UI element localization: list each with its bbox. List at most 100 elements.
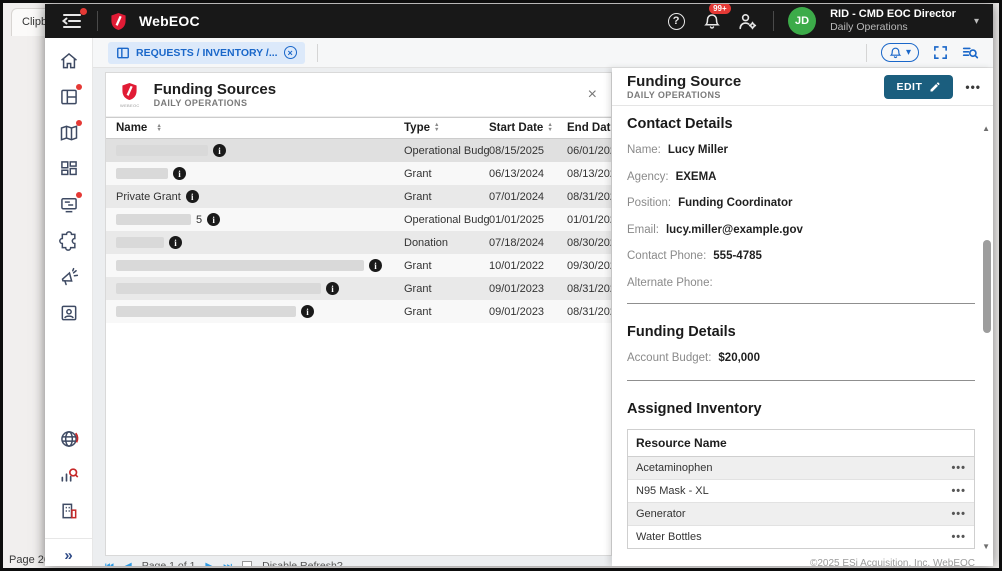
page-indicator: Page 1 of 1 — [141, 560, 196, 566]
row-options-icon[interactable]: ••• — [951, 508, 966, 520]
inventory-row[interactable]: Acetaminophen ••• — [628, 457, 974, 480]
scrollbar-thumb[interactable] — [983, 240, 991, 333]
inventory-row[interactable]: N95 Mask - XL ••• — [628, 480, 974, 503]
disable-refresh-checkbox[interactable] — [242, 561, 253, 566]
table-row[interactable]: i Grant 10/01/2022 09/30/202 — [106, 254, 611, 277]
cell-start-date: 09/01/2023 — [489, 282, 545, 295]
divider — [773, 11, 775, 31]
row-options-icon[interactable]: ••• — [951, 531, 966, 543]
cell-end-date: 08/30/202 — [567, 236, 611, 249]
help-icon[interactable]: ? — [665, 10, 687, 32]
sidebar-boards-icon[interactable] — [58, 84, 82, 108]
cell-end-date: 08/13/202 — [567, 167, 611, 180]
cell-type: Grant — [404, 167, 432, 180]
table-row[interactable]: 5iOperational Budget01/01/2025 01/01/202 — [106, 208, 611, 231]
sidebar-announcements-icon[interactable] — [58, 266, 80, 288]
pagination-bar: ⏮ ◀ Page 1 of 1 ▶ ⏭ Disable Refresh? — [105, 560, 343, 566]
info-icon[interactable]: i — [185, 190, 199, 203]
inventory-column-header: Resource Name — [628, 430, 974, 457]
search-list-icon[interactable] — [962, 45, 979, 60]
first-page-icon[interactable]: ⏮ — [105, 561, 114, 567]
cell-name: i — [106, 259, 404, 272]
table-row[interactable]: i Grant 09/01/2023 08/31/202 — [106, 300, 611, 323]
sidebar-report-search-icon[interactable] — [58, 464, 80, 486]
table-row[interactable]: i Grant 06/13/2024 08/13/202 — [106, 162, 611, 185]
sort-icon[interactable]: ▲ ▼ — [434, 123, 439, 132]
next-page-icon[interactable]: ▶ — [205, 561, 213, 567]
menu-toggle-icon[interactable] — [61, 8, 87, 31]
sidebar-dashboard-icon[interactable] — [58, 158, 80, 180]
info-icon[interactable]: i — [169, 236, 182, 249]
field-label: Alternate Phone: — [627, 276, 713, 289]
sidebar-organization-icon[interactable] — [58, 500, 80, 522]
info-icon[interactable]: i — [213, 144, 226, 157]
funding-source-detail-panel: Funding Source DAILY OPERATIONS EDIT •••… — [612, 68, 993, 566]
info-icon[interactable]: i — [301, 305, 314, 318]
field-label: Name: — [627, 144, 661, 156]
cell-name: i — [106, 282, 404, 295]
last-page-icon[interactable]: ⏭ — [223, 561, 232, 567]
edit-button[interactable]: EDIT — [884, 74, 954, 99]
table-row[interactable]: i Operational Budget08/15/2025 06/01/202 — [106, 139, 611, 162]
row-options-icon[interactable]: ••• — [951, 462, 966, 474]
sidebar-status-board-icon[interactable] — [58, 192, 82, 216]
sidebar-maps-icon[interactable] — [58, 120, 82, 144]
info-icon[interactable]: i — [326, 282, 339, 295]
assigned-inventory-table: Resource Name Acetaminophen ••• N95 Mask -… — [627, 429, 975, 549]
redacted-name — [116, 306, 296, 317]
column-header-start-date[interactable]: Start Date ▲ ▼ — [489, 122, 567, 134]
row-options-icon[interactable]: ••• — [951, 485, 966, 497]
previous-page-icon[interactable]: ◀ — [124, 561, 132, 567]
sidebar-plugins-icon[interactable] — [58, 230, 80, 252]
more-options-icon[interactable]: ••• — [965, 80, 981, 94]
cell-type: Grant — [404, 190, 432, 203]
inventory-row[interactable]: Water Bottles ••• — [628, 526, 974, 548]
column-header-type[interactable]: Type ▲ ▼ — [404, 122, 489, 134]
alerts-dropdown[interactable]: ▾ — [880, 43, 919, 62]
table-row[interactable]: i Grant 09/01/2023 08/31/202 — [106, 277, 611, 300]
table-row[interactable]: Private GrantiGrant 07/01/2024 08/31/202 — [106, 185, 611, 208]
user-context: Daily Operations — [830, 21, 908, 34]
divider — [97, 11, 98, 31]
sidebar-contacts-icon[interactable] — [58, 302, 80, 324]
field-label: Position: — [627, 197, 672, 209]
sidebar-globe-icon[interactable] — [58, 428, 80, 450]
disable-refresh-label: Disable Refresh? — [262, 560, 343, 566]
close-tab-icon[interactable]: × — [283, 46, 297, 59]
table-row[interactable]: i Donation 07/18/2024 08/30/202 — [106, 231, 611, 254]
cell-name: 5i — [106, 213, 404, 226]
expand-sidebar-icon[interactable]: » — [64, 547, 72, 564]
info-icon[interactable]: i — [369, 259, 382, 272]
sidebar-home-icon[interactable] — [58, 50, 80, 72]
user-settings-icon[interactable] — [737, 10, 759, 32]
sort-icon[interactable]: ▲ ▼ — [156, 123, 161, 133]
user-info[interactable]: RID - CMD EOC Director Daily Operations — [830, 8, 956, 35]
column-header-name[interactable]: Name ▲ ▼ — [106, 122, 404, 134]
notifications-bell-icon[interactable]: 99+ — [701, 4, 731, 32]
detail-field: Agency: EXEMA — [627, 171, 975, 183]
cell-start-date: 01/01/2025 — [489, 213, 545, 226]
funding-details-fields: Account Budget: $20,000 — [627, 352, 975, 364]
close-panel-icon[interactable]: × — [584, 84, 601, 106]
webeoc-logo-icon — [111, 12, 126, 30]
column-header-end-date[interactable]: End Date▲▼ — [567, 122, 611, 134]
scroll-up-icon[interactable]: ▲ — [982, 124, 990, 133]
sort-icon[interactable]: ▲ ▼ — [547, 123, 552, 132]
board-tab-requests-inventory[interactable]: REQUESTS / INVENTORY /... × — [108, 41, 305, 64]
redacted-name — [116, 214, 191, 225]
funding-table-rows: iOperational Budget08/15/202506/01/202iG… — [106, 139, 611, 323]
funding-table: Name▲▼Type▲▼Start Date▲▼End Date▲▼ i Oper… — [106, 117, 611, 323]
cell-end-date: 08/31/202 — [567, 190, 611, 203]
info-icon[interactable]: i — [207, 213, 221, 226]
notification-dot — [75, 120, 82, 126]
detail-header: Funding Source DAILY OPERATIONS EDIT ••• — [612, 68, 993, 106]
inventory-row[interactable]: Generator ••• — [628, 503, 974, 526]
field-value: Funding Coordinator — [678, 197, 793, 209]
cell-type: Operational Budget — [404, 213, 489, 226]
fullscreen-icon[interactable] — [933, 45, 948, 60]
info-icon[interactable]: i — [173, 167, 186, 180]
scroll-down-icon[interactable]: ▼ — [982, 542, 990, 551]
user-menu-chevron-icon[interactable]: ▾ — [974, 16, 979, 27]
user-avatar[interactable]: JD — [788, 7, 817, 35]
assigned-inventory-heading: Assigned Inventory — [627, 401, 762, 417]
